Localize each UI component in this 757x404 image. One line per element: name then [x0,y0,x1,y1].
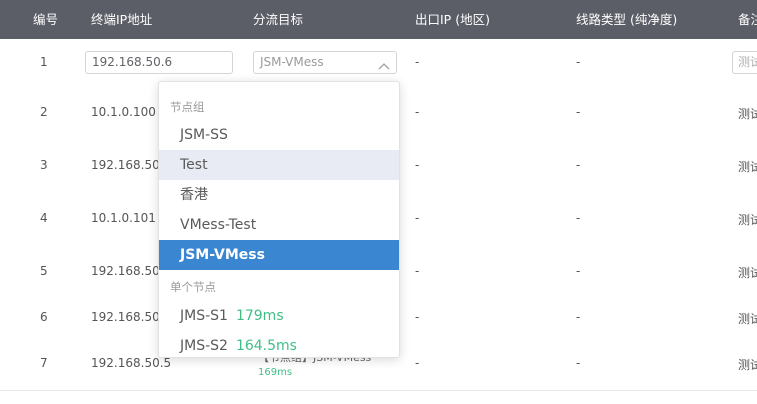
option-jsm-vmess[interactable]: JSM-VMess [159,240,399,270]
select-value: JSM-VMess [260,55,324,69]
row-number: 6 [40,310,48,324]
col-line-type: 线路类型 (纯净度) [576,12,678,27]
option-hongkong[interactable]: 香港 [159,180,399,210]
row-number: 4 [40,211,48,225]
terminal-ip: 10.1.0.100 [91,105,156,119]
row-number: 7 [40,356,48,370]
col-note: 备注 [738,12,757,27]
note-text: 测试 [738,312,757,326]
table-header: 编号 终端IP地址 分流目标 出口IP (地区) 线路类型 (纯净度) 备注 [0,0,757,39]
note-text: 测试 [738,107,757,121]
route-target-select[interactable]: JSM-VMess [253,51,397,74]
option-jms-s2[interactable]: JMS-S2 164.5ms [159,331,399,357]
option-jsm-ss[interactable]: JSM-SS [159,120,399,150]
row-number: 5 [40,264,48,278]
terminal-ip: 192.168.50.5 [91,356,172,370]
group-label-single-nodes: 单个节点 [170,280,216,294]
col-route-target: 分流目标 [253,12,304,27]
option-vmess-test[interactable]: VMess-Test [159,210,399,240]
row-number: 3 [40,158,48,172]
exit-ip: - [415,211,420,225]
line-type: - [576,211,581,225]
node-name: JMS-S1 [180,308,228,324]
terminal-ip: 10.1.0.101 [91,211,156,225]
node-latency: 179ms [235,308,284,324]
node-name: JMS-S2 [180,338,228,354]
exit-ip: - [415,310,420,324]
col-exit-ip: 出口IP (地区) [415,12,490,27]
col-terminal-ip: 终端IP地址 [91,12,153,27]
exit-ip: - [415,264,420,278]
row-number: 2 [40,105,48,119]
col-number: 编号 [33,12,59,27]
ip-input[interactable]: 192.168.50.6 [85,51,233,74]
line-type: - [576,105,581,119]
group-label-node-groups: 节点组 [170,100,205,114]
exit-ip: - [415,105,420,119]
line-type: - [576,310,581,324]
option-test[interactable]: Test [159,150,399,180]
note-input[interactable]: 测试 [732,51,757,74]
line-type: - [576,158,581,172]
exit-ip: - [415,356,420,370]
node-latency: 164.5ms [235,338,297,354]
target-latency: 169ms [258,367,293,378]
exit-ip: - [415,158,420,172]
note-text: 测试 [738,213,757,227]
line-type: - [576,356,581,370]
line-type: - [576,264,581,278]
route-target-dropdown: 节点组 JSM-SS Test 香港 VMess-Test JSM-VMess … [158,81,400,358]
note-text: 测试 [738,358,757,372]
option-jms-s1[interactable]: JMS-S1 179ms [159,301,399,331]
exit-ip: - [415,55,420,69]
note-text: 测试 [738,160,757,174]
note-text: 测试 [738,266,757,280]
chevron-up-icon[interactable] [378,57,390,78]
row-number: 1 [40,55,48,69]
line-type: - [576,55,581,69]
